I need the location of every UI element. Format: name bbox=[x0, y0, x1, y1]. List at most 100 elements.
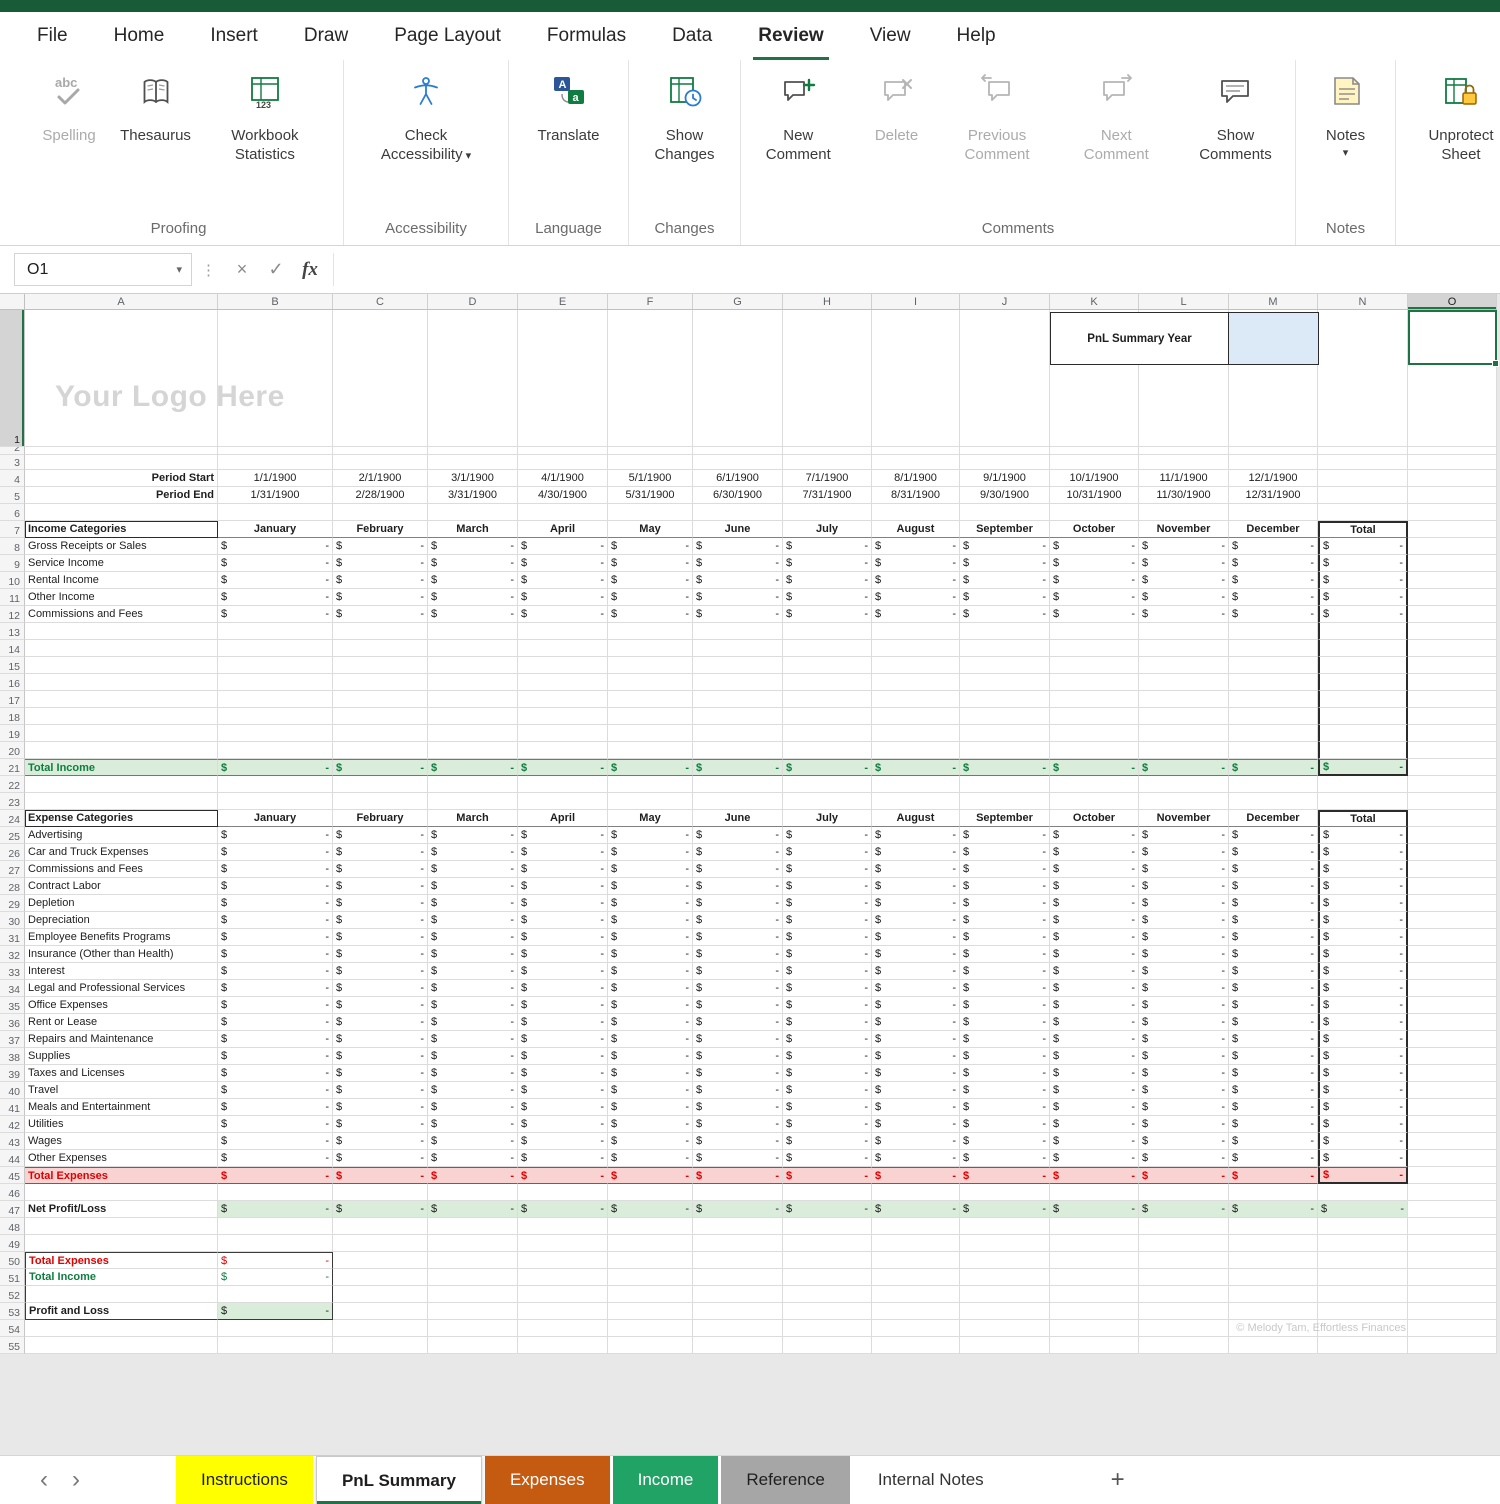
add-sheet-icon[interactable]: + bbox=[1101, 1466, 1135, 1494]
cell-H30[interactable]: $ - bbox=[783, 912, 872, 929]
cell-G16[interactable] bbox=[693, 674, 783, 691]
cell-D6[interactable] bbox=[428, 504, 518, 521]
row-header-1[interactable]: 1 bbox=[0, 310, 25, 447]
cell-E40[interactable]: $ - bbox=[518, 1082, 608, 1099]
cell-G8[interactable]: $ - bbox=[693, 538, 783, 555]
cell-F10[interactable]: $ - bbox=[608, 572, 693, 589]
row-header-46[interactable]: 46 bbox=[0, 1184, 25, 1201]
cell-K11[interactable]: $ - bbox=[1050, 589, 1139, 606]
cell-L26[interactable]: $ - bbox=[1139, 844, 1229, 861]
cell-O49[interactable] bbox=[1408, 1235, 1497, 1252]
cell-C28[interactable]: $ - bbox=[333, 878, 428, 895]
cell-K26[interactable]: $ - bbox=[1050, 844, 1139, 861]
cell-A20[interactable] bbox=[25, 742, 218, 759]
cell-I29[interactable]: $ - bbox=[872, 895, 960, 912]
cell-B55[interactable] bbox=[218, 1337, 333, 1354]
cell-A4[interactable]: Period Start bbox=[25, 470, 218, 487]
cell-H50[interactable] bbox=[783, 1252, 872, 1269]
cell-N31[interactable]: $ - bbox=[1318, 929, 1408, 946]
cell-D31[interactable]: $ - bbox=[428, 929, 518, 946]
cell-C21[interactable]: $ - bbox=[333, 759, 428, 776]
cell-G41[interactable]: $ - bbox=[693, 1099, 783, 1116]
cell-C37[interactable]: $ - bbox=[333, 1031, 428, 1048]
previous-comment-button[interactable]: Previous Comment bbox=[938, 62, 1057, 165]
column-header-D[interactable]: D bbox=[428, 294, 518, 309]
row-header-41[interactable]: 41 bbox=[0, 1099, 25, 1116]
cell-E8[interactable]: $ - bbox=[518, 538, 608, 555]
cell-M23[interactable] bbox=[1229, 793, 1318, 810]
cell-D8[interactable]: $ - bbox=[428, 538, 518, 555]
cell-N16[interactable] bbox=[1318, 674, 1408, 691]
cell-K8[interactable]: $ - bbox=[1050, 538, 1139, 555]
cell-N20[interactable] bbox=[1318, 742, 1408, 759]
fill-handle-icon[interactable] bbox=[1492, 360, 1499, 367]
cell-I48[interactable] bbox=[872, 1218, 960, 1235]
cell-H44[interactable]: $ - bbox=[783, 1150, 872, 1167]
cell-E55[interactable] bbox=[518, 1337, 608, 1354]
cell-H16[interactable] bbox=[783, 674, 872, 691]
cell-C17[interactable] bbox=[333, 691, 428, 708]
spelling-button[interactable]: abc Spelling bbox=[30, 62, 108, 146]
cell-L38[interactable]: $ - bbox=[1139, 1048, 1229, 1065]
cell-C44[interactable]: $ - bbox=[333, 1150, 428, 1167]
cell-J27[interactable]: $ - bbox=[960, 861, 1050, 878]
cell-M2[interactable] bbox=[1229, 447, 1318, 455]
cell-O28[interactable] bbox=[1408, 878, 1497, 895]
cell-M15[interactable] bbox=[1229, 657, 1318, 674]
cell-J5[interactable]: 9/30/1900 bbox=[960, 487, 1050, 504]
cell-O41[interactable] bbox=[1408, 1099, 1497, 1116]
cell-L42[interactable]: $ - bbox=[1139, 1116, 1229, 1133]
cell-I35[interactable]: $ - bbox=[872, 997, 960, 1014]
cell-E53[interactable] bbox=[518, 1303, 608, 1320]
cell-E6[interactable] bbox=[518, 504, 608, 521]
cell-M26[interactable]: $ - bbox=[1229, 844, 1318, 861]
cell-A45[interactable]: Total Expenses bbox=[25, 1167, 218, 1184]
cell-B51[interactable]: $ - bbox=[218, 1269, 333, 1286]
cell-O37[interactable] bbox=[1408, 1031, 1497, 1048]
cell-A48[interactable] bbox=[25, 1218, 218, 1235]
cell-K45[interactable]: $ - bbox=[1050, 1167, 1139, 1184]
cell-O46[interactable] bbox=[1408, 1184, 1497, 1201]
insert-function-icon[interactable]: fx bbox=[293, 259, 327, 281]
cell-H23[interactable] bbox=[783, 793, 872, 810]
cell-M43[interactable]: $ - bbox=[1229, 1133, 1318, 1150]
cell-D42[interactable]: $ - bbox=[428, 1116, 518, 1133]
cell-A23[interactable] bbox=[25, 793, 218, 810]
row-header-11[interactable]: 11 bbox=[0, 589, 25, 606]
cell-J48[interactable] bbox=[960, 1218, 1050, 1235]
cell-N34[interactable]: $ - bbox=[1318, 980, 1408, 997]
cell-K3[interactable] bbox=[1050, 455, 1139, 470]
cell-J18[interactable] bbox=[960, 708, 1050, 725]
cell-I36[interactable]: $ - bbox=[872, 1014, 960, 1031]
row-header-31[interactable]: 31 bbox=[0, 929, 25, 946]
cell-H47[interactable]: $ - bbox=[783, 1201, 872, 1218]
cell-F18[interactable] bbox=[608, 708, 693, 725]
cell-F39[interactable]: $ - bbox=[608, 1065, 693, 1082]
cell-F25[interactable]: $ - bbox=[608, 827, 693, 844]
cell-H12[interactable]: $ - bbox=[783, 606, 872, 623]
cell-D29[interactable]: $ - bbox=[428, 895, 518, 912]
cell-J28[interactable]: $ - bbox=[960, 878, 1050, 895]
cell-H51[interactable] bbox=[783, 1269, 872, 1286]
cell-I23[interactable] bbox=[872, 793, 960, 810]
cell-N18[interactable] bbox=[1318, 708, 1408, 725]
cell-O10[interactable] bbox=[1408, 572, 1497, 589]
row-header-13[interactable]: 13 bbox=[0, 623, 25, 640]
cell-F33[interactable]: $ - bbox=[608, 963, 693, 980]
cell-E35[interactable]: $ - bbox=[518, 997, 608, 1014]
cell-D1[interactable] bbox=[428, 310, 518, 447]
cell-D51[interactable] bbox=[428, 1269, 518, 1286]
cell-O30[interactable] bbox=[1408, 912, 1497, 929]
row-header-5[interactable]: 5 bbox=[0, 487, 25, 504]
row-header-22[interactable]: 22 bbox=[0, 776, 25, 793]
cell-B17[interactable] bbox=[218, 691, 333, 708]
row-header-15[interactable]: 15 bbox=[0, 657, 25, 674]
cell-H53[interactable] bbox=[783, 1303, 872, 1320]
cell-C49[interactable] bbox=[333, 1235, 428, 1252]
row-header-29[interactable]: 29 bbox=[0, 895, 25, 912]
cell-F24[interactable]: May bbox=[608, 810, 693, 827]
cell-B5[interactable]: 1/31/1900 bbox=[218, 487, 333, 504]
cell-J2[interactable] bbox=[960, 447, 1050, 455]
cell-A5[interactable]: Period End bbox=[25, 487, 218, 504]
cell-L50[interactable] bbox=[1139, 1252, 1229, 1269]
